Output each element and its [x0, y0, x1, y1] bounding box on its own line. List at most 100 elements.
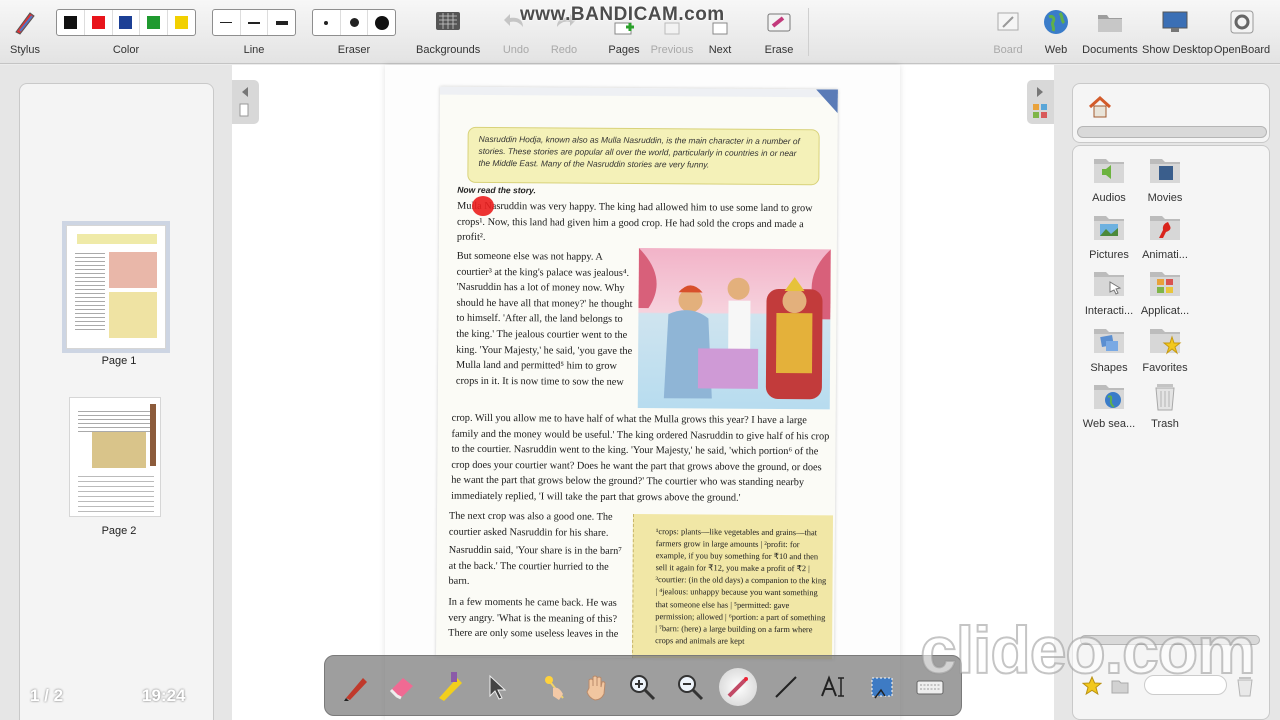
collapse-left-arrow-icon	[239, 87, 249, 117]
selector-tool-button[interactable]	[477, 668, 515, 706]
capture-icon	[871, 677, 893, 699]
color-swatch-green[interactable]	[140, 10, 169, 35]
color-swatch-black[interactable]	[57, 10, 85, 35]
collapse-right-arrow-icon	[1033, 87, 1047, 118]
page-top-strip	[439, 86, 838, 98]
web-search-folder-icon	[1094, 385, 1124, 409]
color-picker[interactable]: Color	[56, 0, 196, 64]
library-item-animations[interactable]: Animati...	[1137, 212, 1193, 261]
library-item-audios[interactable]: Audios	[1081, 155, 1137, 204]
library-item-interactivities[interactable]: Interacti...	[1081, 268, 1137, 317]
library-nav-scrollbar[interactable]	[1077, 126, 1267, 138]
zoom-in-icon	[630, 675, 656, 701]
erase-button[interactable]: Erase	[756, 0, 802, 64]
home-icon[interactable]	[1087, 94, 1113, 120]
eraser-tool-button[interactable]	[383, 668, 421, 706]
eraser-large[interactable]	[368, 10, 395, 35]
library-navigation	[1072, 83, 1270, 143]
line-thick[interactable]	[268, 10, 295, 35]
line-tool-button[interactable]	[767, 668, 805, 706]
eraser-sizes	[312, 9, 396, 36]
pen-tool-button[interactable]	[337, 668, 375, 706]
favorites-folder-icon	[1150, 329, 1182, 355]
floating-tool-palette	[324, 655, 962, 716]
show-desktop-button[interactable]: Show Desktop	[1142, 0, 1213, 64]
library-item-pictures[interactable]: Pictures	[1081, 212, 1137, 261]
page-thumbnail-2[interactable]	[69, 397, 161, 517]
now-read-heading: Now read the story.	[457, 184, 536, 196]
highlighter-icon	[439, 672, 462, 701]
line-thin[interactable]	[213, 10, 241, 35]
textbook-page-image: Nasruddin Hodja, known also as Mulla Nas…	[436, 86, 838, 660]
zoom-out-icon	[678, 675, 704, 701]
backgrounds-button[interactable]: Backgrounds	[416, 0, 480, 64]
page-thumbnails-panel	[0, 65, 232, 720]
color-swatch-red[interactable]	[85, 10, 113, 35]
trash-icon	[1155, 384, 1175, 411]
glossary-box: ¹crops: plants—like vegetables and grain…	[632, 513, 834, 660]
pictures-folder-icon	[1094, 216, 1124, 240]
interactivity-folder-icon	[1094, 272, 1124, 296]
page-counter: 1 / 2	[30, 686, 64, 705]
animation-folder-icon	[1150, 216, 1180, 240]
story-paragraph-2: But someone else was not happy. A courti…	[455, 250, 633, 388]
story-paragraph-4: The next crop was also a good one. The c…	[448, 510, 613, 539]
highlighter-tool-button[interactable]	[431, 668, 469, 706]
hand-icon	[586, 675, 606, 701]
library-item-applications[interactable]: Applicat...	[1137, 268, 1193, 317]
laser-hand-icon	[545, 676, 564, 700]
globe-icon	[1044, 10, 1068, 34]
library-item-favorites[interactable]: Favorites	[1137, 325, 1193, 374]
capture-tool-button[interactable]	[863, 668, 901, 706]
openboard-menu-button[interactable]: OpenBoard	[1212, 0, 1272, 64]
zoom-out-button[interactable]	[671, 668, 709, 706]
color-swatch-blue[interactable]	[113, 10, 141, 35]
hand-tool-button[interactable]	[577, 668, 615, 706]
pen-icon	[344, 678, 367, 701]
library-item-web-search[interactable]: Web sea...	[1081, 381, 1137, 430]
story-paragraph-1: Mulla Nasruddin was very happy. The king…	[456, 200, 813, 244]
line-width-picker[interactable]: Line	[212, 0, 296, 64]
eraser-small[interactable]	[313, 10, 341, 35]
shapes-folder-icon	[1094, 329, 1124, 353]
page-thumbnail-1[interactable]	[62, 221, 170, 353]
documents-button[interactable]: Documents	[1082, 0, 1138, 64]
stylus-icon	[15, 12, 35, 35]
applications-folder-icon	[1150, 272, 1180, 296]
line-medium[interactable]	[241, 10, 269, 35]
page-thumbnail-2-label: Page 2	[101, 525, 137, 537]
zoom-in-button[interactable]	[623, 668, 661, 706]
text-icon	[821, 675, 844, 697]
laser-pointer-dot	[472, 196, 494, 216]
laser-pointer-button[interactable]	[719, 668, 757, 706]
stylus-button[interactable]: Stylus	[4, 0, 46, 64]
backgrounds-grid-icon	[436, 12, 460, 30]
collapse-right-panel-tab[interactable]	[1027, 80, 1054, 124]
eraser-size-picker[interactable]: Eraser	[312, 0, 396, 64]
clideo-watermark: clideo.com	[919, 612, 1257, 688]
text-tool-button[interactable]	[815, 668, 853, 706]
story-illustration	[637, 248, 831, 410]
toolbar-divider	[808, 8, 809, 56]
library-item-trash[interactable]: Trash	[1137, 381, 1193, 430]
web-button[interactable]: Web	[1036, 0, 1076, 64]
line-icon	[775, 676, 797, 698]
library-item-movies[interactable]: Movies	[1137, 155, 1193, 204]
audio-folder-icon	[1094, 159, 1124, 183]
eraser-medium[interactable]	[341, 10, 369, 35]
story-paragraph-3: crop. Will you allow me to have half of …	[451, 412, 830, 504]
interact-tool-button[interactable]	[535, 668, 573, 706]
line-widths	[212, 9, 296, 36]
color-swatch-yellow[interactable]	[168, 10, 195, 35]
story-paragraph-5: Nasruddin said, 'Your share is in the ba…	[448, 544, 622, 588]
board-button[interactable]: Board	[988, 0, 1028, 64]
gear-icon	[1230, 10, 1254, 34]
collapse-left-panel-tab[interactable]	[232, 80, 259, 124]
desktop-monitor-icon	[1162, 11, 1188, 32]
bandicam-watermark: www.BANDICAM.com	[520, 4, 725, 25]
board-icon	[997, 12, 1019, 31]
arrow-pointer-icon	[489, 674, 507, 700]
color-swatches	[56, 9, 196, 36]
library-item-shapes[interactable]: Shapes	[1081, 325, 1137, 374]
documents-folder-icon	[1098, 15, 1122, 32]
